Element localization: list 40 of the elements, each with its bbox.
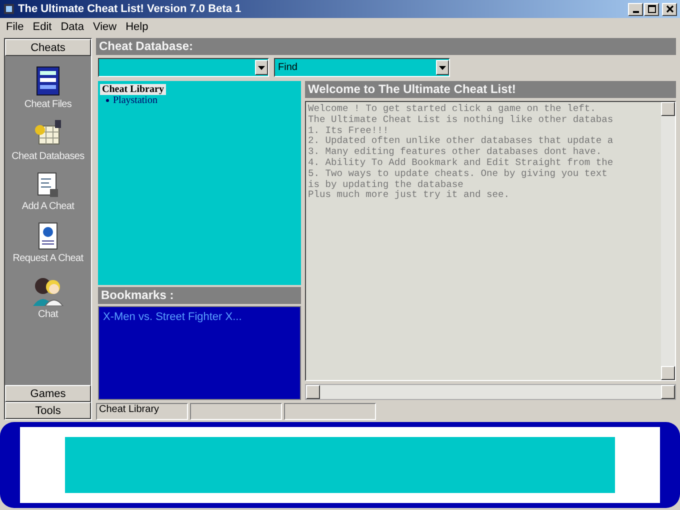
menu-item[interactable]: File [6, 21, 24, 33]
vertical-scrollbar[interactable] [661, 102, 675, 380]
maximize-button[interactable] [644, 2, 659, 16]
section-header: Welcome to The Ultimate Cheat List! [305, 81, 676, 98]
status-panel: Cheat Library [96, 403, 188, 420]
sidebar-section-button[interactable]: Tools [5, 402, 91, 419]
sidebar-section-button[interactable]: Games [5, 385, 91, 402]
horizontal-scrollbar[interactable] [305, 384, 676, 400]
menu-item[interactable]: Edit [32, 21, 52, 33]
text-line: The Ultimate Cheat List is nothing like other databas [308, 114, 614, 126]
tree-item[interactable]: Playstation [113, 95, 158, 106]
bullet-icon [106, 99, 109, 102]
tree-title: Cheat Library [100, 84, 166, 95]
menu-item[interactable]: Data [60, 21, 84, 33]
menu-item[interactable]: Help [126, 21, 148, 33]
book-icon [35, 66, 61, 96]
text-line: 5. Two ways to update cheats. One by giving you text [308, 168, 608, 180]
find-dropdown[interactable]: Find [274, 58, 450, 77]
bookmark-item[interactable]: X-Men vs. Street Fighter X... [103, 311, 296, 323]
text-line: Plus much more just try it and see. [308, 190, 511, 202]
window-title: The Ultimate Cheat List! Version 7.0 Beta 1 [18, 3, 242, 15]
minimize-button[interactable] [628, 2, 643, 16]
section-header: Cheat Database: [96, 38, 676, 55]
globe-document-icon [38, 222, 58, 250]
text-line: Welcome ! To get started click a game on the left. [308, 104, 597, 115]
close-icon [666, 5, 674, 13]
text-area[interactable] [305, 101, 676, 381]
close-button[interactable] [662, 2, 677, 16]
text-line: 2. Updated often unlike other databases that update a [308, 136, 614, 147]
text-line: is by updating the database [308, 180, 464, 190]
section-header: Bookmarks : [98, 287, 301, 304]
sidebar-section-button[interactable]: Cheats [5, 39, 91, 56]
menu-item[interactable]: View [92, 21, 117, 33]
app-icon [3, 3, 15, 15]
text-line: 3. Many editing features other databases dont have. [308, 147, 603, 158]
maximize-icon [648, 5, 656, 13]
text-line: 4. Ability To Add Bookmark and Edit Straight from the [308, 158, 614, 169]
database-dropdown[interactable] [98, 58, 269, 77]
text-line: 1. Its Free!!! [308, 126, 390, 136]
document-icon [37, 172, 59, 198]
